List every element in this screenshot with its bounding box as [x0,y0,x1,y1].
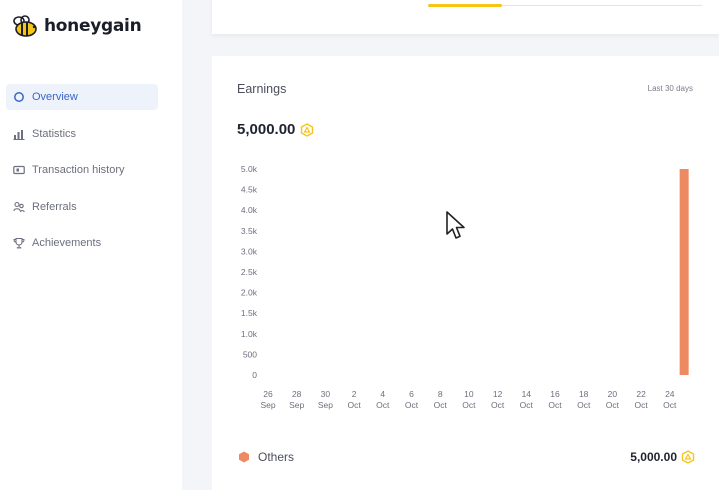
y-tick-label: 2.5k [241,267,258,277]
x-tick-label: 24 Oct [663,389,677,410]
legend-total-value: 5,000.00 [630,450,677,464]
y-tick-label: 3.0k [241,246,258,256]
sidebar-item-transaction-history[interactable]: Transaction history [6,157,158,183]
x-tick-label: 28 Sep [289,389,304,410]
y-tick-label: 4.5k [241,185,258,195]
legend-total: 5,000.00 [630,450,695,464]
x-tick-label: 10 Oct [462,389,476,410]
y-tick-label: 500 [243,349,257,359]
sidebar-item-label: Statistics [32,127,77,140]
x-tick-label: 12 Oct [491,389,505,410]
legend: Others [238,450,294,464]
x-tick-label: 22 Oct [634,389,648,410]
x-tick-label: 6 Oct [405,389,419,410]
brand-name: honeygain [44,16,142,36]
y-tick-label: 5.0k [241,164,258,174]
sidebar-item-overview[interactable]: Overview [6,84,158,110]
sidebar-item-achievements[interactable]: Achievements [6,230,158,256]
bar-chart-icon [12,127,26,141]
legend-label: Others [258,450,295,464]
y-tick-label: 4.0k [241,205,258,215]
sidebar-item-statistics[interactable]: Statistics [6,121,158,147]
y-tick-label: 0 [252,370,257,380]
bee-logo-icon [13,15,37,37]
circle-icon [12,90,26,104]
tab-divider [502,5,702,6]
legend-hexagon-icon [239,451,249,463]
y-tick-label: 3.5k [241,226,258,236]
top-card [212,0,719,34]
users-icon [12,200,26,214]
x-tick-label: 2 Oct [347,389,361,410]
wallet-icon [12,163,26,177]
x-tick-label: 14 Oct [520,389,534,410]
y-tick-label: 2.0k [241,288,258,298]
sidebar-nav: Overview Statistics Transaction history … [6,84,158,267]
sidebar-item-label: Referrals [32,200,77,213]
sidebar-item-label: Transaction history [32,164,125,176]
x-tick-label: 26 Sep [260,389,275,410]
x-tick-label: 16 Oct [548,389,562,410]
y-tick-label: 1.5k [241,308,258,318]
sidebar-item-referrals[interactable]: Referrals [6,194,158,220]
trophy-icon [12,236,26,250]
sidebar-item-label: Overview [32,91,78,103]
bar-others[interactable] [679,169,689,375]
sidebar-item-label: Achievements [32,237,102,249]
logo[interactable]: honeygain [10,14,142,38]
sidebar: honeygain Overview Statistics Transactio… [0,0,182,490]
earnings-card: Earnings Last 30 days 5,000.00 0 500 1.0k 1… [212,56,719,490]
x-tick-label: 30 Sep [318,389,333,410]
x-tick-label: 18 Oct [577,389,591,410]
active-tab-indicator [428,4,502,7]
mouse-cursor-icon [446,211,465,239]
y-tick-label: 1.0k [241,329,258,339]
honeygain-coin-icon [681,450,695,464]
x-tick-label: 8 Oct [434,389,448,410]
x-tick-label: 4 Oct [376,389,390,410]
x-tick-label: 20 Oct [606,389,620,410]
